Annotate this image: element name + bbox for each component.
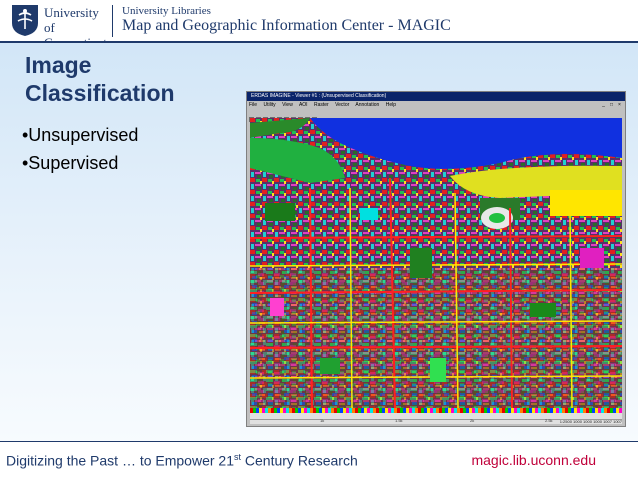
- footer-tagline-sup: st: [234, 452, 242, 462]
- minimize-icon[interactable]: _: [600, 102, 607, 108]
- footer-website-link[interactable]: magic.lib.uconn.edu: [471, 452, 596, 468]
- bullet-item-supervised: •Supervised: [22, 153, 119, 173]
- menu-item[interactable]: View: [282, 102, 293, 108]
- menu-item[interactable]: Vector: [335, 102, 349, 108]
- menu-item[interactable]: Utility: [263, 102, 275, 108]
- classified-image-map[interactable]: [250, 118, 622, 408]
- footer-bar: Digitizing the Past … to Empower 21st Ce…: [0, 441, 638, 478]
- window-buttons: _ □ ×: [599, 93, 623, 108]
- viewer-menu-bar: File Utility View AOI Raster Vector Anno…: [249, 102, 401, 109]
- viewer-status-area: 1k 1.5k 2k 2.5k 1:2500 1000 1000 1000 10…: [250, 408, 622, 424]
- footer-tagline-prefix: Digitizing the Past … to Empower 21: [6, 452, 234, 469]
- uconn-logo[interactable]: University of Connecticut: [10, 3, 107, 50]
- classified-image-graphic: [250, 118, 622, 408]
- viewer-toolbar: [249, 109, 399, 122]
- footer-rule: [0, 441, 638, 442]
- classification-screenshot: ERDAS IMAGINE - Viewer #1 : (Unsupervise…: [246, 91, 626, 427]
- menu-item[interactable]: AOI: [299, 102, 308, 108]
- menu-item[interactable]: Help: [386, 102, 396, 108]
- bullet-list: •Unsupervised •Supervised: [22, 121, 138, 177]
- close-icon[interactable]: ×: [616, 102, 623, 108]
- viewer-title-bar: ERDAS IMAGINE - Viewer #1 : (Unsupervise…: [247, 92, 625, 108]
- viewer-status-text: 1:2500 1000 1000 1000 1007 1007: [559, 419, 622, 424]
- menu-item[interactable]: Raster: [314, 102, 329, 108]
- footer-tagline-suffix: Century Research: [241, 452, 358, 469]
- bullet-item-unsupervised: •Unsupervised: [22, 125, 139, 145]
- uconn-seal-icon: [12, 5, 38, 36]
- viewer-window-title: ERDAS IMAGINE - Viewer #1 : (Unsupervise…: [251, 93, 387, 99]
- menu-item[interactable]: File: [249, 102, 257, 108]
- header-title: Map and Geographic Information Center - …: [122, 17, 451, 34]
- header-bar: University of Connecticut University Lib…: [0, 0, 638, 50]
- slide-content: Image Classification •Unsupervised •Supe…: [0, 43, 638, 441]
- logo-line1: University of: [44, 5, 99, 35]
- header-divider: [112, 5, 113, 37]
- footer-tagline: Digitizing the Past … to Empower 21st Ce…: [6, 452, 358, 469]
- header-sublabel: University Libraries: [122, 5, 211, 17]
- slide-title: Image Classification: [25, 52, 175, 106]
- maximize-icon[interactable]: □: [608, 102, 615, 108]
- menu-item[interactable]: Annotation: [355, 102, 379, 108]
